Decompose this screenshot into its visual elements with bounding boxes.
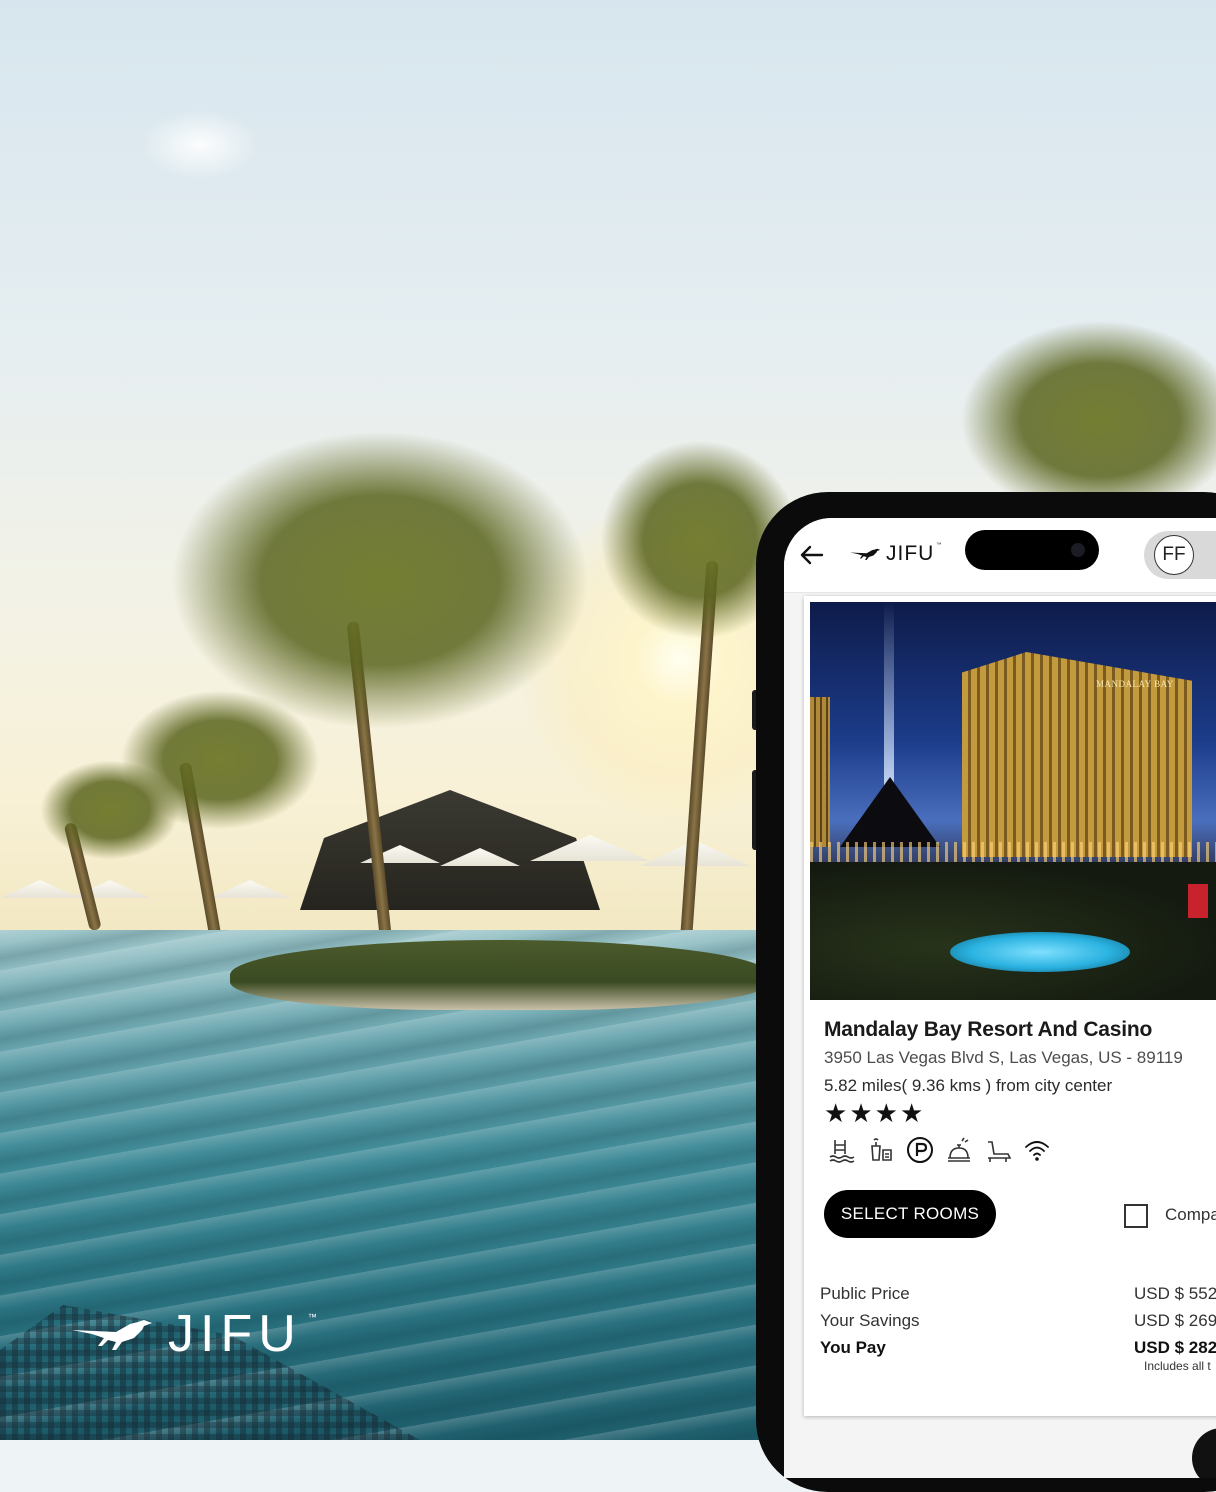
jifu-logo: JIFU ™	[72, 1308, 317, 1360]
palm-crown	[40, 760, 180, 860]
you-pay-label: You Pay	[820, 1338, 886, 1357]
you-pay-value: USD $ 282	[1134, 1338, 1216, 1357]
pool-icon	[829, 1140, 855, 1163]
dynamic-island	[965, 530, 1099, 570]
jifu-wordmark: JIFU	[168, 1305, 302, 1363]
arrow-left-icon[interactable]	[794, 538, 828, 572]
star-rating: ★ ★ ★ ★	[824, 1100, 923, 1126]
room-service-icon	[948, 1137, 970, 1162]
hotel-photo[interactable]: MANDALAY BAY	[810, 602, 1216, 1000]
hotel-card: MANDALAY BAY Mandalay Bay Resort And Cas…	[804, 596, 1216, 1416]
phone-screen: JIFU ™ FF MANDALAY BAY Mandalay Bay Reso…	[784, 518, 1216, 1478]
avatar[interactable]: FF	[1154, 535, 1194, 575]
fitness-icon	[988, 1141, 1012, 1162]
compare-checkbox[interactable]	[1124, 1204, 1148, 1228]
amenity-icons	[828, 1136, 1051, 1164]
cloud	[140, 110, 260, 180]
hotel-address: 3950 Las Vegas Blvd S, Las Vegas, US - 8…	[824, 1048, 1183, 1067]
light-beam	[884, 602, 894, 802]
wifi-icon	[1025, 1141, 1049, 1161]
pyramid	[840, 777, 940, 847]
hotel-distance: 5.82 miles( 9.36 kms ) from city center	[824, 1076, 1113, 1095]
savings-label: Your Savings	[820, 1311, 920, 1330]
profile-menu[interactable]: FF	[1144, 531, 1216, 579]
parking-icon	[907, 1137, 933, 1163]
resort-trees	[810, 862, 1216, 1000]
hotel-name[interactable]: Mandalay Bay Resort And Casino	[824, 1018, 1152, 1042]
tax-note: Includes all t	[1144, 1359, 1211, 1373]
savings-value: USD $ 269	[1134, 1311, 1216, 1330]
floating-action-button[interactable]	[1192, 1428, 1216, 1478]
neighbor-tower	[810, 697, 830, 847]
app-logo[interactable]: JIFU ™	[850, 542, 941, 566]
star-icon: ★	[849, 1098, 873, 1128]
roadrunner-icon	[850, 548, 881, 561]
palm-crown	[170, 430, 590, 730]
star-icon: ★	[874, 1098, 898, 1128]
app-bar: JIFU ™ FF	[784, 518, 1216, 593]
spa-icon	[871, 1138, 892, 1161]
tower-sign: MANDALAY BAY	[1096, 679, 1174, 689]
app-logo-wordmark: JIFU	[886, 542, 935, 565]
star-icon: ★	[824, 1098, 848, 1128]
star-icon: ★	[899, 1098, 924, 1128]
roadrunner-icon	[72, 1320, 152, 1350]
camera-lens	[1071, 543, 1085, 557]
public-price-label: Public Price	[820, 1284, 910, 1303]
pool-island	[230, 940, 770, 1010]
red-sign	[1188, 884, 1208, 918]
public-price-value: USD $ 552	[1134, 1284, 1216, 1303]
compare-label[interactable]: Compa	[1165, 1205, 1216, 1225]
trademark-symbol: ™	[307, 1312, 317, 1322]
trademark-symbol: ™	[936, 542, 942, 548]
resort-pool	[950, 932, 1130, 972]
select-rooms-button[interactable]: SELECT ROOMS	[824, 1190, 996, 1238]
